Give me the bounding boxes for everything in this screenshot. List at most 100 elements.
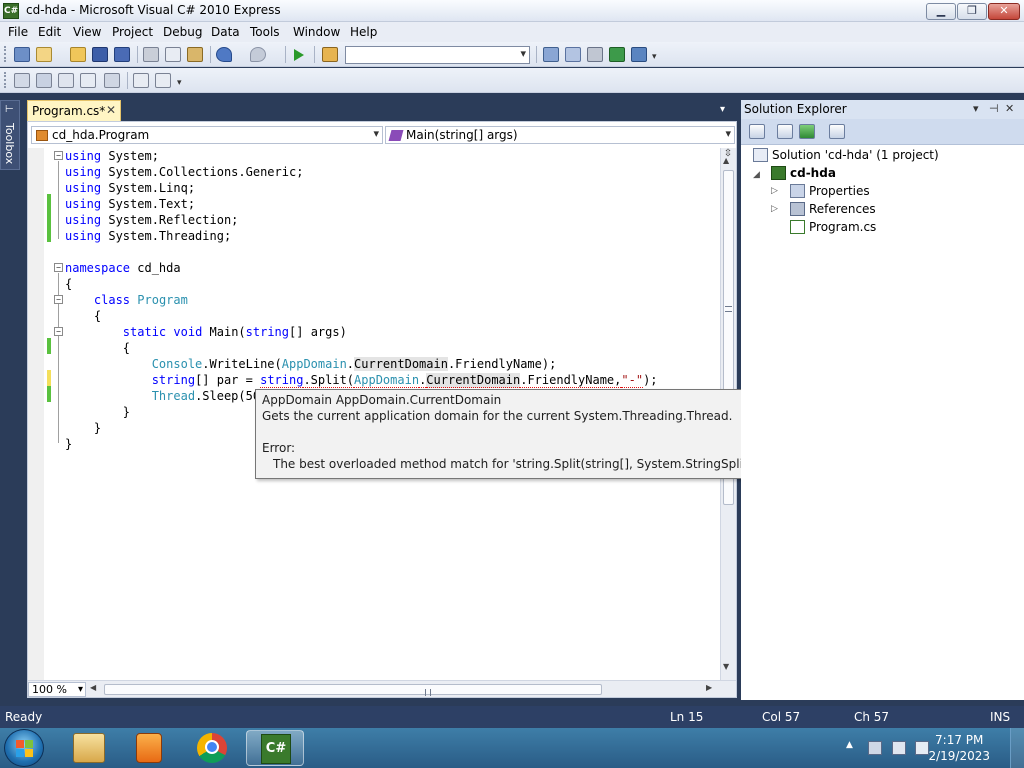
find-in-files-icon[interactable] <box>322 47 338 62</box>
active-files-dropdown-icon[interactable]: ▾ <box>720 104 725 115</box>
code-line: using System.Linq; <box>65 181 196 195</box>
open-file-icon[interactable] <box>70 47 86 62</box>
start-button[interactable] <box>4 729 44 767</box>
menu-view[interactable]: View <box>73 25 101 39</box>
indicator-margin <box>28 148 44 680</box>
member-navigation-combo[interactable]: Main(string[] args) <box>385 126 735 144</box>
close-pane-icon[interactable]: ✕ <box>1005 102 1014 115</box>
collapse-icon[interactable]: − <box>54 151 63 160</box>
cut-icon[interactable] <box>143 47 159 62</box>
tab-label: Program.cs* <box>32 104 106 118</box>
toolbar-separator <box>137 46 138 63</box>
csharp-file-icon <box>790 220 805 234</box>
zoom-combo[interactable]: 100 % <box>28 682 86 697</box>
horizontal-scroll-thumb[interactable] <box>104 684 602 696</box>
add-item-icon[interactable] <box>36 47 52 62</box>
window-position-icon[interactable]: ▾ <box>973 102 979 115</box>
show-hidden-icons-icon[interactable]: ▲ <box>846 740 860 754</box>
properties-icon[interactable] <box>749 124 765 139</box>
code-line: using System.Text; <box>65 197 196 211</box>
collapse-arrow-icon[interactable]: ◢ <box>753 170 760 180</box>
toolbar-grip[interactable] <box>4 72 7 88</box>
save-all-icon[interactable] <box>114 47 130 62</box>
code-line: { <box>65 341 131 355</box>
maximize-button[interactable]: ❐ <box>957 3 987 20</box>
menu-debug[interactable]: Debug <box>163 25 202 39</box>
toolbar-separator <box>127 72 128 89</box>
paste-icon[interactable] <box>187 47 203 62</box>
auto-hide-icon[interactable]: ⊣ <box>989 102 999 115</box>
volume-icon[interactable] <box>915 741 929 755</box>
toolbar-options-icon[interactable]: ▾ <box>652 52 657 62</box>
toolbox-tab[interactable]: ⊢ Toolbox <box>0 100 20 170</box>
collapse-icon[interactable]: − <box>54 263 63 272</box>
scroll-left-icon[interactable]: ◀ <box>90 683 96 692</box>
menu-tools[interactable]: Tools <box>250 25 280 39</box>
show-desktop-button[interactable] <box>1010 728 1024 768</box>
menu-data[interactable]: Data <box>211 25 240 39</box>
expand-arrow-icon[interactable]: ▷ <box>771 204 778 214</box>
member-navigation-value: Main(string[] args) <box>406 128 518 142</box>
class-icon <box>36 130 48 141</box>
toolbar-options-icon[interactable]: ▾ <box>177 78 182 88</box>
code-line: namespace cd_hda <box>65 261 181 275</box>
start-page-icon[interactable] <box>609 47 625 62</box>
save-icon[interactable] <box>92 47 108 62</box>
tab-program-cs[interactable]: Program.cs* ✕ <box>27 100 121 121</box>
taskbar-explorer[interactable] <box>60 730 118 766</box>
close-button[interactable]: ✕ <box>988 3 1020 20</box>
scroll-grip <box>425 689 431 696</box>
complete-word-icon[interactable] <box>80 73 96 88</box>
code-line: } <box>65 405 131 419</box>
action-center-icon[interactable] <box>868 741 882 755</box>
menu-file[interactable]: File <box>8 25 28 39</box>
collapse-icon[interactable]: − <box>54 295 63 304</box>
uncomment-lines-icon[interactable] <box>155 73 171 88</box>
menu-project[interactable]: Project <box>112 25 153 39</box>
toolbar-grip[interactable] <box>4 46 7 62</box>
change-indicator <box>47 370 51 386</box>
menu-edit[interactable]: Edit <box>38 25 61 39</box>
solution-configuration-combo[interactable] <box>345 46 530 64</box>
solution-explorer-toolbar <box>741 119 1024 145</box>
parameter-info-icon[interactable] <box>36 73 52 88</box>
show-all-files-icon[interactable] <box>777 124 793 139</box>
new-project-icon[interactable] <box>14 47 30 62</box>
copy-icon[interactable] <box>165 47 181 62</box>
refresh-icon[interactable] <box>799 124 815 139</box>
expand-arrow-icon[interactable]: ▷ <box>771 186 778 196</box>
scroll-down-icon[interactable]: ▼ <box>723 662 729 671</box>
toolbox-icon[interactable] <box>631 47 647 62</box>
view-class-diagram-icon[interactable] <box>829 124 845 139</box>
object-members-icon[interactable] <box>14 73 30 88</box>
quick-info-icon[interactable] <box>58 73 74 88</box>
solution-explorer-icon[interactable] <box>543 47 559 62</box>
scroll-right-icon[interactable]: ▶ <box>706 683 712 692</box>
minimize-button[interactable]: ▁ <box>926 3 956 20</box>
code-line: using System.Reflection; <box>65 213 239 227</box>
collapse-icon[interactable]: − <box>54 327 63 336</box>
tab-close-icon[interactable]: ✕ <box>106 103 116 117</box>
tools-icon[interactable] <box>587 47 603 62</box>
visual-csharp-icon: C# <box>261 734 291 764</box>
comment-lines-icon[interactable] <box>133 73 149 88</box>
taskbar-media-player[interactable] <box>120 730 178 766</box>
change-indicator <box>47 194 51 242</box>
tray-clock[interactable]: 7:17 PM 2/19/2023 <box>928 732 990 764</box>
horizontal-scrollbar[interactable]: 100 % ◀ ▶ <box>28 680 736 697</box>
scroll-grip <box>725 306 732 312</box>
menu-window[interactable]: Window <box>293 25 340 39</box>
split-window-icon[interactable]: ⇳ <box>721 149 735 161</box>
taskbar-visual-csharp[interactable]: C# <box>246 730 304 766</box>
indent-icon[interactable] <box>104 73 120 88</box>
start-debugging-icon[interactable] <box>294 49 304 61</box>
taskbar-chrome[interactable] <box>183 730 241 766</box>
type-navigation-combo[interactable]: cd_hda.Program <box>31 126 383 144</box>
menu-help[interactable]: Help <box>350 25 377 39</box>
properties-window-icon[interactable] <box>565 47 581 62</box>
undo-icon[interactable] <box>216 47 232 62</box>
toolbar-separator <box>314 46 315 63</box>
redo-icon[interactable] <box>250 47 266 62</box>
status-insert-mode: INS <box>990 710 1011 724</box>
network-icon[interactable] <box>892 741 906 755</box>
